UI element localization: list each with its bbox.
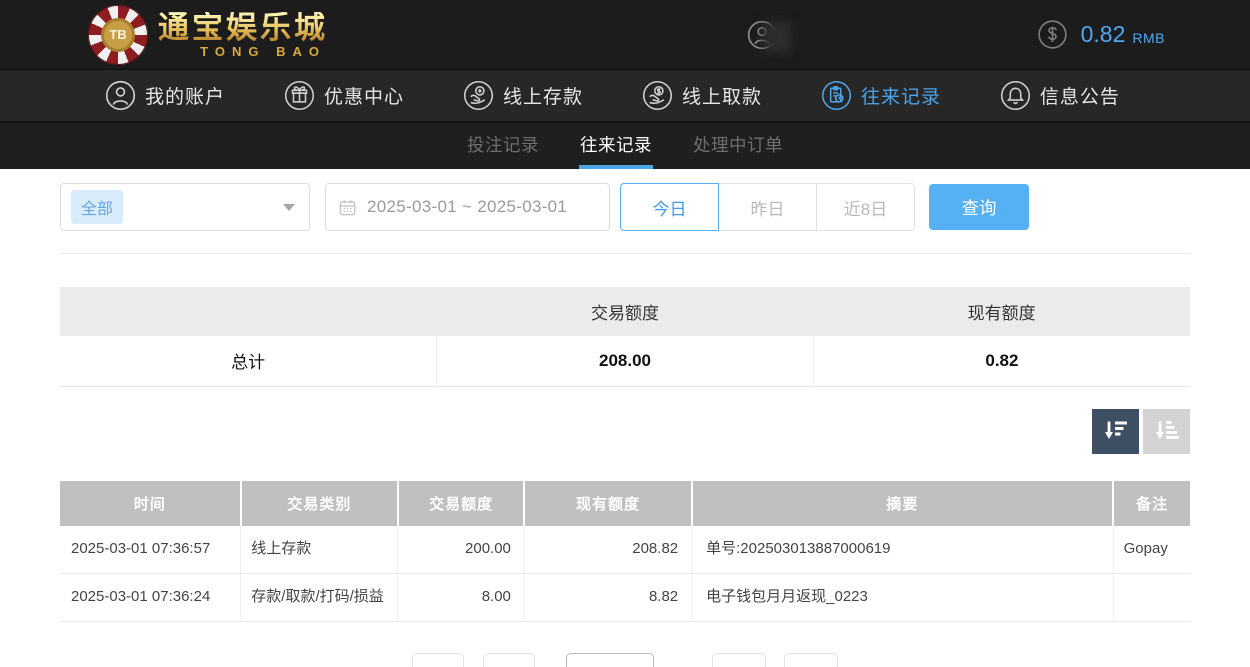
nav-item-label: 线上取款	[682, 82, 762, 109]
cell-type: 存款/取款/打码/损益	[241, 574, 398, 622]
pagination-first-button[interactable]	[412, 653, 464, 667]
logo-text: 通宝娱乐城 TONG BAO	[158, 12, 328, 58]
summary-transaction-amount: 208.00	[437, 336, 814, 386]
tab-transaction-records[interactable]: 往来记录	[579, 123, 653, 169]
sort-ascending-icon	[1153, 418, 1180, 444]
top-header: TB 通宝娱乐城 TONG BAO 0.82	[0, 0, 1250, 69]
sub-nav: 投注记录 往来记录 处理中订单	[0, 121, 1250, 169]
date-range-value: 2025-03-01 ~ 2025-03-01	[367, 197, 567, 217]
summary-total-label: 总计	[60, 336, 437, 386]
pagination-page-indicator[interactable]	[566, 653, 654, 667]
cell-amount: 8.00	[398, 574, 525, 622]
nav-item-records[interactable]: 往来记录	[821, 80, 941, 111]
last-8-days-button[interactable]: 近8日	[816, 183, 915, 231]
site-title: 通宝娱乐城	[158, 12, 328, 43]
pagination	[60, 653, 1190, 667]
type-dropdown-selected: 全部	[71, 190, 123, 224]
withdraw-icon	[642, 80, 673, 111]
deposit-icon	[463, 80, 494, 111]
cell-balance: 8.82	[524, 574, 691, 622]
balance-currency: RMB	[1132, 24, 1165, 46]
nav-item-deposit[interactable]: 线上存款	[463, 80, 583, 111]
cell-summary: 电子钱包月月返现_0223	[692, 574, 1114, 622]
sort-descending-icon	[1102, 418, 1129, 444]
balance-display[interactable]: 0.82 RMB	[1037, 19, 1165, 50]
site-subtitle: TONG BAO	[200, 45, 326, 58]
tab-processing-orders[interactable]: 处理中订单	[692, 123, 784, 169]
summary-table: 交易额度 现有额度 总计 208.00 0.82	[60, 287, 1190, 387]
cell-time: 2025-03-01 07:36:24	[60, 574, 241, 622]
yesterday-button[interactable]: 昨日	[718, 183, 817, 231]
table-row: 2025-03-01 07:36:24 存款/取款/打码/损益 8.00 8.8…	[60, 574, 1190, 622]
chip-label: TB	[101, 18, 135, 52]
cell-amount: 200.00	[398, 526, 525, 574]
col-header-time: 时间	[60, 481, 241, 526]
nav-item-promotions[interactable]: 优惠中心	[284, 80, 404, 111]
nav-item-label: 我的账户	[145, 82, 225, 109]
main-nav: 我的账户 优惠中心 线上存款	[0, 69, 1250, 121]
dollar-circle-icon	[1037, 19, 1068, 50]
today-button[interactable]: 今日	[620, 183, 719, 231]
col-header-type: 交易类别	[241, 481, 398, 526]
summary-header-empty	[60, 287, 437, 336]
col-header-amount: 交易额度	[398, 481, 525, 526]
summary-header-current-balance: 现有额度	[813, 287, 1190, 336]
cell-note: Gopay	[1113, 526, 1190, 574]
nav-item-label: 优惠中心	[324, 82, 404, 109]
user-icon	[105, 80, 136, 111]
cell-summary: 单号:202503013887000619	[692, 526, 1114, 574]
content-area: 全部 2025-03-01 ~ 2025-03-01 今日 昨日 近8日 查询	[0, 169, 1250, 667]
user-account-area[interactable]	[747, 20, 919, 50]
col-header-summary: 摘要	[692, 481, 1114, 526]
section-divider	[60, 253, 1190, 254]
nav-item-label: 往来记录	[861, 82, 941, 109]
cell-note	[1113, 574, 1190, 622]
summary-header-transaction-amount: 交易额度	[437, 287, 814, 336]
nav-item-announcements[interactable]: 信息公告	[1000, 80, 1120, 111]
sort-controls	[60, 409, 1190, 454]
nav-item-my-account[interactable]: 我的账户	[105, 80, 225, 111]
balance-amount: 0.82	[1081, 21, 1126, 48]
sort-ascending-button[interactable]	[1143, 409, 1190, 454]
filter-row: 全部 2025-03-01 ~ 2025-03-01 今日 昨日 近8日 查询	[60, 183, 1190, 231]
chevron-down-icon	[283, 204, 295, 211]
date-range-input[interactable]: 2025-03-01 ~ 2025-03-01	[325, 183, 610, 231]
avatar-blur-overlay	[763, 22, 791, 52]
tab-betting-records[interactable]: 投注记录	[466, 123, 540, 169]
nav-item-withdraw[interactable]: 线上取款	[642, 80, 762, 111]
records-icon	[821, 80, 852, 111]
cell-type: 线上存款	[241, 526, 398, 574]
site-logo[interactable]: TB 通宝娱乐城 TONG BAO	[88, 5, 328, 65]
records-header-row: 时间 交易类别 交易额度 现有额度 摘要 备注	[60, 481, 1190, 526]
table-row: 2025-03-01 07:36:57 线上存款 200.00 208.82 单…	[60, 526, 1190, 574]
cell-balance: 208.82	[524, 526, 691, 574]
pagination-last-button[interactable]	[784, 653, 838, 667]
summary-total-row: 总计 208.00 0.82	[60, 336, 1190, 386]
quick-date-buttons: 今日 昨日 近8日	[620, 183, 915, 231]
type-dropdown[interactable]: 全部	[60, 183, 310, 231]
pagination-prev-button[interactable]	[483, 653, 535, 667]
username-redacted	[791, 22, 919, 48]
bell-icon	[1000, 80, 1031, 111]
search-button[interactable]: 查询	[929, 184, 1029, 230]
nav-item-label: 信息公告	[1040, 82, 1120, 109]
col-header-note: 备注	[1113, 481, 1190, 526]
nav-item-label: 线上存款	[503, 82, 583, 109]
summary-current-balance: 0.82	[813, 336, 1190, 386]
header-right: 0.82 RMB	[747, 19, 1165, 50]
calendar-icon	[338, 198, 357, 217]
cell-time: 2025-03-01 07:36:57	[60, 526, 241, 574]
transaction-records-page: TB 通宝娱乐城 TONG BAO 0.82	[0, 0, 1250, 667]
poker-chip-logo-icon: TB	[88, 5, 148, 65]
records-table: 时间 交易类别 交易额度 现有额度 摘要 备注 2025-03-01 07:36…	[60, 481, 1190, 623]
col-header-balance: 现有额度	[524, 481, 691, 526]
gift-icon	[284, 80, 315, 111]
sort-descending-button[interactable]	[1092, 409, 1139, 454]
pagination-next-button[interactable]	[712, 653, 766, 667]
